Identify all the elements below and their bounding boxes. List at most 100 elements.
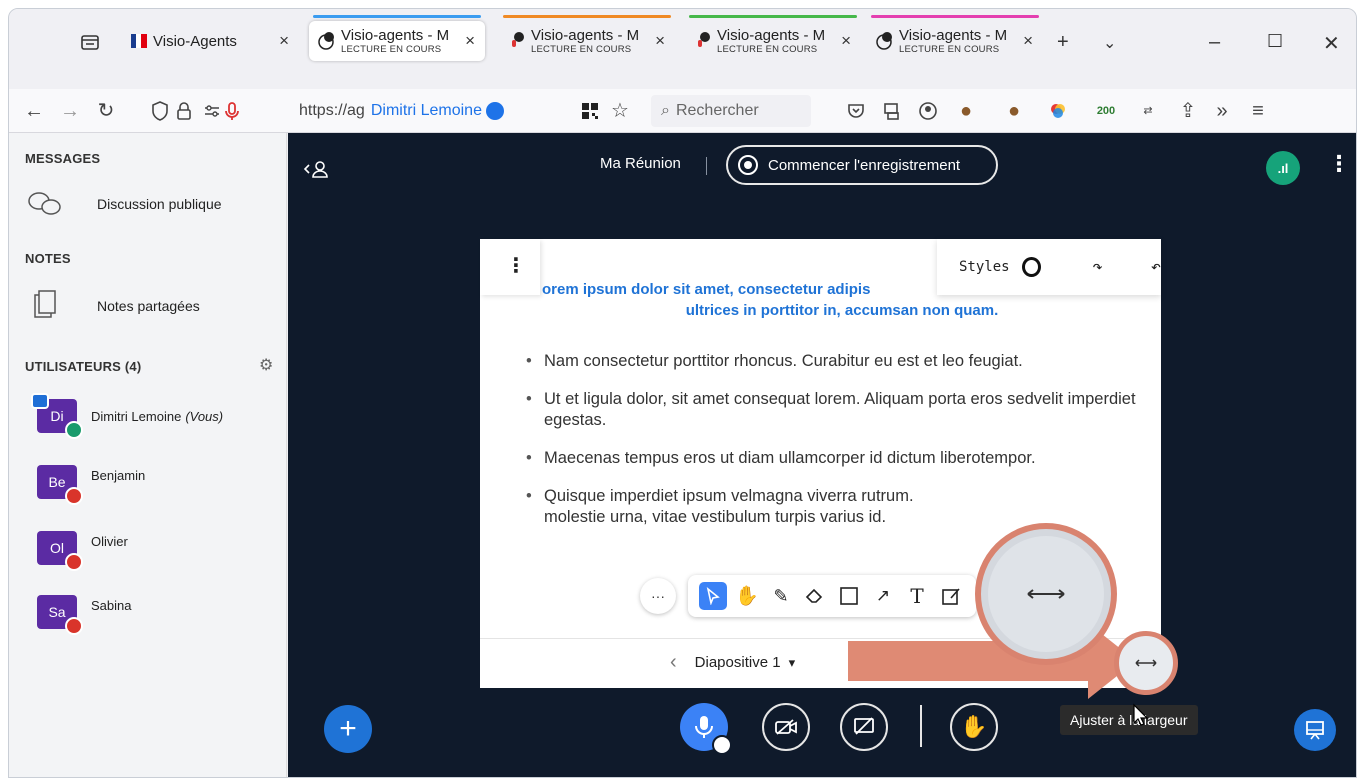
sidebar: MESSAGES Discussion publique NOTES Notes… — [9, 133, 287, 777]
actions-plus-button[interactable]: + — [324, 705, 372, 753]
minimize-icon[interactable]: – — [1209, 31, 1220, 54]
url-user-overlay: Dimitri Lemoine — [370, 102, 482, 119]
globe-sound-icon — [876, 32, 892, 50]
shared-notes-item[interactable]: Notes partagées — [25, 289, 200, 323]
raise-hand-button[interactable]: ✋ — [950, 703, 998, 751]
navigation-bar: ← → ↻ https://ag Dimitri Lemoine ☆ ⌕ Rec… — [9, 89, 1356, 133]
user-name: Dimitri Lemoine — [91, 408, 182, 424]
more-tools-button[interactable]: ··· — [640, 578, 676, 614]
extension-screen-icon[interactable] — [879, 98, 905, 124]
fit-width-tooltip: Ajuster à la largeur — [1060, 705, 1198, 735]
new-tab-icon[interactable]: + — [1057, 31, 1069, 54]
arrow-tool-icon[interactable]: ↗ — [869, 582, 897, 610]
notes-icon — [34, 290, 56, 318]
pencil-tool-icon[interactable]: ✎ — [767, 582, 795, 610]
search-icon: ⌕ — [661, 102, 670, 119]
tab-visio-agents-5[interactable]: Visio-agents - M LECTURE EN COURS × — [867, 15, 1043, 61]
text-tool-icon[interactable]: T — [903, 582, 931, 610]
tab-accent — [503, 15, 671, 18]
close-window-icon[interactable]: ✕ — [1323, 31, 1340, 56]
slide-bullet-list: Nam consectetur porttitor rhoncus. Curab… — [522, 351, 1142, 545]
rectangle-tool-icon[interactable] — [835, 582, 863, 610]
title-divider — [706, 157, 707, 175]
note-tool-icon[interactable] — [937, 582, 965, 610]
presentation-toggle-button[interactable] — [1294, 709, 1336, 751]
mouse-cursor-icon — [1133, 703, 1149, 726]
avatar-initials: Ol — [50, 540, 64, 556]
chat-bubbles-icon — [28, 192, 61, 215]
hand-tool-icon[interactable]: ✋ — [733, 582, 761, 610]
counter-badge[interactable]: 200 — [1093, 98, 1119, 124]
plus-icon: + — [339, 712, 357, 745]
microphone-icon — [695, 716, 713, 738]
toggle-user-list-icon[interactable] — [302, 159, 334, 181]
start-recording-button[interactable]: Commencer l'enregistrement — [726, 145, 998, 185]
microphone-button[interactable] — [680, 703, 732, 755]
select-tool-icon[interactable] — [699, 582, 727, 610]
stroke-style-icon[interactable] — [1021, 257, 1041, 277]
slide-menu[interactable]: ⋮ — [480, 239, 540, 295]
chevron-down-icon[interactable]: ⌄ — [1103, 33, 1116, 53]
tab-subtitle: LECTURE EN COURS — [531, 43, 632, 55]
tab-subtitle: LECTURE EN COURS — [717, 43, 818, 55]
lock-icon[interactable] — [171, 98, 197, 124]
tab-visio-agents-4[interactable]: Visio-agents - M LECTURE EN COURS × — [685, 15, 861, 61]
qr-code-icon[interactable] — [577, 98, 603, 124]
cookie-icon[interactable]: ● — [953, 98, 979, 124]
forward-icon[interactable]: → — [57, 98, 83, 124]
shield-icon[interactable] — [147, 98, 173, 124]
tab-accent — [689, 15, 857, 18]
tab-visio-agents-3[interactable]: Visio-agents - M LECTURE EN COURS × — [499, 15, 675, 61]
screen-share-button[interactable] — [840, 703, 888, 751]
maximize-icon[interactable]: ☐ — [1267, 31, 1283, 52]
back-icon[interactable]: ← — [21, 98, 47, 124]
styles-label[interactable]: Styles — [959, 259, 1010, 275]
close-tab-icon[interactable]: × — [649, 31, 665, 51]
color-wheel-icon[interactable] — [1045, 98, 1071, 124]
user-item-olivier[interactable]: Ol Olivier — [37, 531, 128, 571]
tab-visio-agents[interactable]: Visio-Agents × — [121, 21, 299, 61]
reload-icon[interactable]: ↻ — [93, 98, 119, 124]
close-tab-icon[interactable]: × — [835, 31, 851, 51]
tab-list-icon[interactable] — [79, 31, 101, 53]
user-item-dimitri[interactable]: Di Dimitri Lemoine (Vous) — [31, 393, 223, 439]
tab-subtitle: LECTURE EN COURS — [341, 43, 442, 55]
fit-width-button[interactable] — [1114, 631, 1178, 695]
account-icon[interactable] — [915, 98, 941, 124]
microphone-icon[interactable] — [219, 98, 245, 124]
tab-visio-agents-2[interactable]: Visio-agents - M LECTURE EN COURS × — [309, 15, 485, 61]
slide-selector[interactable]: Diapositive 1 — [695, 654, 781, 671]
avatar: Sa — [37, 595, 83, 635]
connection-status-icon[interactable]: .ıl — [1266, 151, 1300, 185]
undo-icon[interactable]: ↶ — [1151, 257, 1161, 277]
camera-button[interactable] — [762, 703, 810, 751]
search-input[interactable]: ⌕ Rechercher — [651, 95, 811, 127]
options-menu-icon[interactable]: ⋮ — [1328, 151, 1350, 177]
whiteboard-toolbar: ··· ✋ ✎ ↗ T — [640, 575, 976, 617]
chevron-down-icon[interactable]: ▾ — [789, 655, 796, 671]
menu-icon[interactable]: ≡ — [1245, 98, 1271, 124]
audio-settings-chevron-icon[interactable] — [712, 735, 732, 755]
cookie-icon-2[interactable]: ● — [1001, 98, 1027, 124]
http-header-icon[interactable]: ⇄ — [1135, 98, 1161, 124]
close-tab-icon[interactable]: × — [273, 31, 289, 51]
kebab-menu-icon[interactable]: ⋮ — [506, 253, 526, 278]
previous-slide-icon[interactable]: ‹ — [670, 651, 677, 674]
redo-icon[interactable]: ↷ — [1093, 257, 1103, 277]
public-chat-item[interactable]: Discussion publique — [25, 187, 222, 221]
visio-app: MESSAGES Discussion publique NOTES Notes… — [9, 133, 1356, 777]
url-bar[interactable]: https://ag Dimitri Lemoine — [249, 95, 599, 127]
settings-gear-icon[interactable]: ⚙ — [259, 355, 273, 375]
pocket-icon[interactable] — [843, 98, 869, 124]
user-item-sabina[interactable]: Sa Sabina — [37, 595, 131, 635]
bookmark-star-icon[interactable]: ☆ — [607, 98, 633, 124]
share-icon[interactable]: ⇪ — [1175, 98, 1201, 124]
close-tab-icon[interactable]: × — [459, 31, 475, 51]
more-tools-icon[interactable]: » — [1209, 98, 1235, 124]
avatar-initials: Be — [48, 474, 66, 490]
screen-share-off-icon — [854, 717, 874, 735]
user-item-benjamin[interactable]: Be Benjamin — [37, 465, 145, 505]
eraser-tool-icon[interactable] — [801, 582, 829, 610]
close-tab-icon[interactable]: × — [1017, 31, 1033, 51]
globe-mic-icon — [698, 32, 710, 47]
